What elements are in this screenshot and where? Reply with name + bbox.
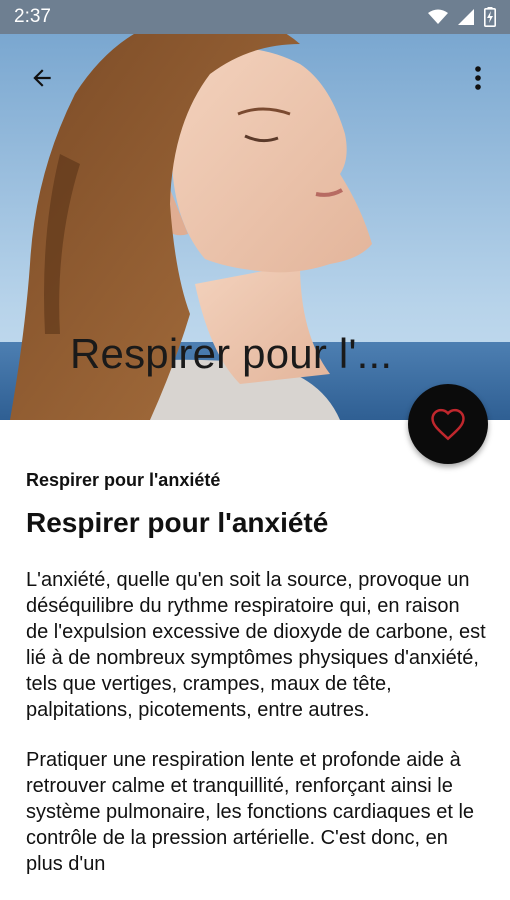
status-icons: [428, 7, 496, 27]
battery-icon: [484, 7, 496, 27]
signal-icon: [458, 9, 474, 25]
article-paragraph: Pratiquer une respiration lente et profo…: [26, 749, 475, 875]
app-toolbar: [0, 34, 510, 114]
hero-title: Respirer pour l'...: [70, 330, 393, 377]
wifi-icon: [428, 9, 448, 24]
more-vert-icon: [475, 66, 481, 90]
article-subtitle: Respirer pour l'anxiété: [26, 470, 221, 490]
status-bar: 2:37: [0, 0, 510, 34]
article-paragraph: L'anxiété, quelle qu'en soit la source, …: [26, 569, 486, 721]
back-button[interactable]: [20, 56, 64, 100]
favorite-button[interactable]: [408, 384, 488, 464]
article-content: Respirer pour l'anxiété Respirer pour l'…: [0, 420, 510, 900]
heart-outline-icon: [431, 408, 465, 441]
more-options-button[interactable]: [458, 56, 498, 100]
article-heading: Respirer pour l'anxiété: [26, 507, 329, 538]
status-time: 2:37: [14, 6, 51, 27]
arrow-back-icon: [33, 69, 51, 87]
